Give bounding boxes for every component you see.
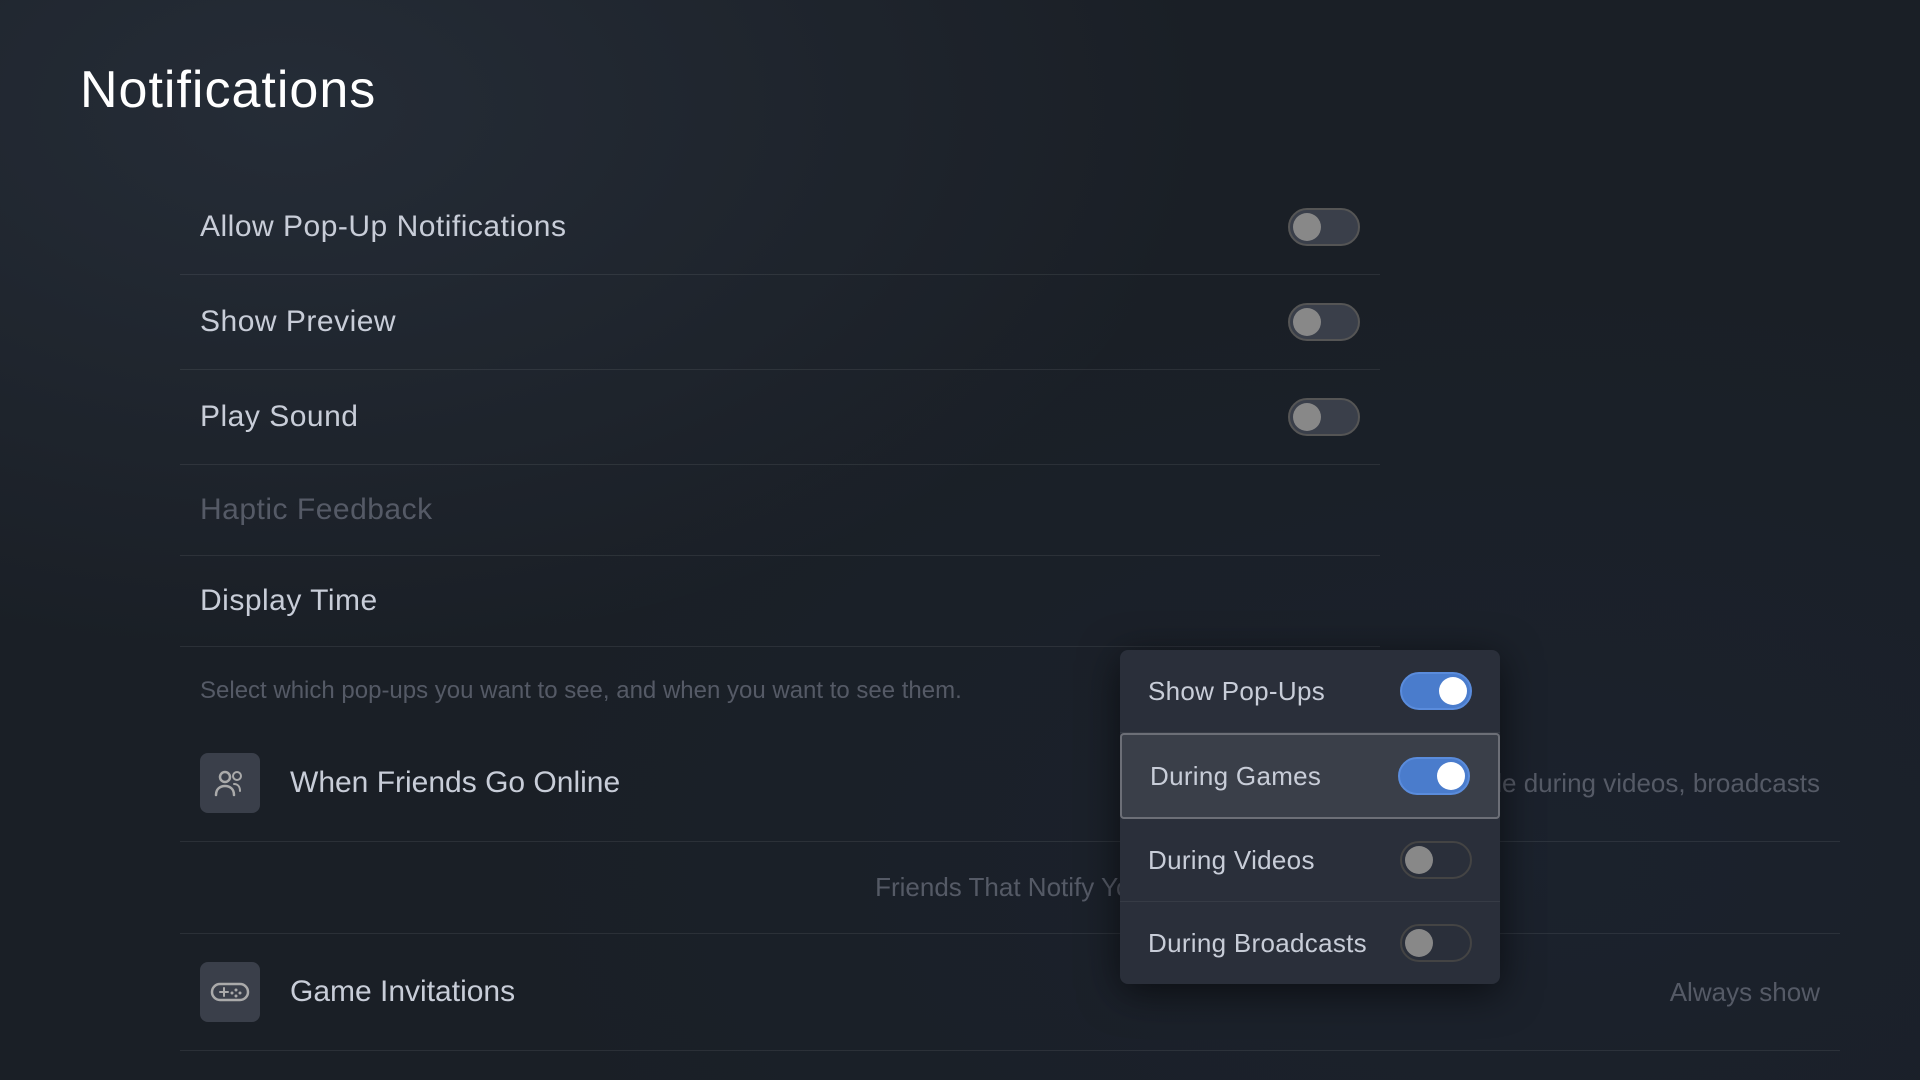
info-section: Select which pop-ups you want to see, an… [180, 657, 1840, 725]
setting-label-display-time: Display Time [200, 584, 378, 618]
dropdown-item-during-games[interactable]: During Games [1120, 733, 1500, 819]
toggle-knob-show-preview [1293, 308, 1321, 336]
toggle-knob-during-broadcasts [1405, 929, 1433, 957]
friends-icon [200, 753, 260, 813]
setting-label-show-preview: Show Preview [200, 305, 396, 339]
toggle-knob-play-sound [1293, 403, 1321, 431]
dropdown-label-during-broadcasts: During Broadcasts [1148, 928, 1367, 959]
setting-row-display-time: Display Time [180, 556, 1380, 647]
setting-label-allow-popups: Allow Pop-Up Notifications [200, 210, 566, 244]
toggle-during-videos[interactable] [1400, 841, 1472, 879]
dropdown-label-show-popups: Show Pop-Ups [1148, 676, 1325, 707]
dropdown-item-show-popups[interactable]: Show Pop-Ups [1120, 650, 1500, 733]
toggle-knob-show-popups [1439, 677, 1467, 705]
setting-label-play-sound: Play Sound [200, 400, 358, 434]
toggle-play-sound[interactable] [1288, 398, 1360, 436]
dropdown-label-during-games: During Games [1150, 761, 1321, 792]
notification-status-friends-online: Hide during videos, broadcasts [1463, 768, 1820, 799]
toggle-allow-popups[interactable] [1288, 208, 1360, 246]
notification-item-game-invitations[interactable]: Game Invitations Always show [180, 934, 1840, 1051]
toggle-show-popups[interactable] [1400, 672, 1472, 710]
info-text: Select which pop-ups you want to see, an… [180, 657, 1840, 725]
toggle-knob-allow-popups [1293, 213, 1321, 241]
settings-list: Allow Pop-Up Notifications Show Preview … [180, 180, 1380, 647]
dropdown-item-during-broadcasts[interactable]: During Broadcasts [1120, 902, 1500, 984]
setting-row-haptic-feedback: Haptic Feedback [180, 465, 1380, 556]
toggle-during-games[interactable] [1398, 757, 1470, 795]
dropdown-item-during-videos[interactable]: During Videos [1120, 819, 1500, 902]
notification-list: When Friends Go Online Hide during video… [180, 725, 1840, 1051]
page-title: Notifications [80, 60, 1840, 120]
dropdown-label-during-videos: During Videos [1148, 845, 1315, 876]
notification-status-game-invitations: Always show [1670, 977, 1820, 1008]
dropdown-menu: Show Pop-Ups During Games During Videos [1120, 650, 1500, 984]
setting-row-show-preview: Show Preview [180, 275, 1380, 370]
toggle-during-broadcasts[interactable] [1400, 924, 1472, 962]
friends-section-label: Friends That Notify You [180, 842, 1840, 934]
toggle-knob-during-games [1437, 762, 1465, 790]
toggle-knob-during-videos [1405, 846, 1433, 874]
setting-row-play-sound: Play Sound Show Pop-Ups During Games [180, 370, 1380, 465]
controller-icon [200, 962, 260, 1022]
toggle-show-preview[interactable] [1288, 303, 1360, 341]
setting-row-allow-popups: Allow Pop-Up Notifications [180, 180, 1380, 275]
notification-item-friends-online[interactable]: When Friends Go Online Hide during video… [180, 725, 1840, 842]
setting-label-haptic-feedback: Haptic Feedback [200, 493, 433, 527]
